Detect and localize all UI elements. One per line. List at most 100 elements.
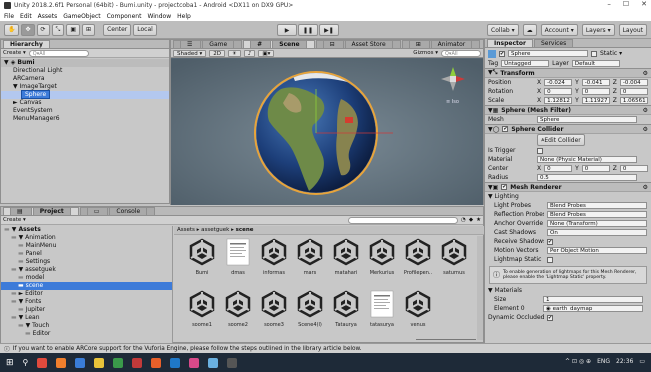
component-settings-icon[interactable]: ⚙ [643,70,648,77]
toggle-2d-button[interactable]: 2D [209,49,225,57]
file-explorer-icon[interactable] [94,357,105,368]
hand-tool-button[interactable]: ✋ [4,23,20,36]
sphere-collider-header[interactable]: ▼◯ ✔ Sphere Collider ⚙ [485,124,651,134]
center-z-field[interactable]: 0 [619,165,648,172]
unity-taskbar-icon[interactable] [227,357,238,368]
scene-search-input[interactable]: Q▾All [441,49,481,57]
project-folder-item[interactable]: ▬ scene [1,282,172,290]
position-y-field[interactable]: -0.041 [581,79,610,86]
radius-field[interactable]: 0.5 [537,174,637,181]
project-folder-item[interactable]: ▬ Editor [1,330,172,338]
center-x-field[interactable]: 0 [544,165,573,172]
collider-enabled-checkbox[interactable]: ✔ [502,126,509,132]
element0-field[interactable]: ◉ earth_daymap [543,305,643,312]
asset-item[interactable]: Bumi [184,238,220,286]
mesh-renderer-header[interactable]: ▼▣ ✔ Mesh Renderer ⚙ [485,182,651,192]
project-folder-item[interactable]: ▬ ▼ Animation [1,234,172,242]
hierarchy-item[interactable]: MenuManager6 [1,115,169,123]
tab-scene[interactable]: # Scene [243,40,315,48]
app2-icon[interactable] [56,357,67,368]
app5-icon[interactable] [132,357,143,368]
static-checkbox[interactable] [591,50,597,57]
step-button[interactable]: ▶❚ [319,24,339,36]
clock[interactable]: 22:36 [616,358,633,365]
project-folder-item[interactable]: ▬ model [1,274,172,282]
renderer-property-dropdown[interactable]: Blend Probes [547,202,647,209]
position-z-field[interactable]: -0.004 [619,79,648,86]
play-button[interactable]: ▶ [277,24,297,36]
notifications-icon[interactable]: ▭ [639,358,645,365]
hierarchy-create-button[interactable]: Create ▾ [3,50,26,56]
renderer-property-checkbox[interactable] [547,256,553,263]
close-button[interactable]: ✕ [641,0,647,8]
asset-item[interactable]: dmas [220,238,256,286]
project-folder-item[interactable]: ▬ Jupiter [1,306,172,314]
icon-size-slider[interactable] [416,337,476,341]
search-icon[interactable]: ⚲ [23,358,29,367]
lighting-foldout[interactable]: ▼ Lighting [488,193,519,200]
menu-edit[interactable]: Edit [20,13,32,20]
asset-item[interactable]: Profilepen.. [400,238,436,286]
object-name-field[interactable]: Sphere [508,50,588,57]
tab-console[interactable]: ▭ Console [79,207,156,215]
project-search-input[interactable] [348,216,459,224]
windows-start-icon[interactable]: ⊞ [6,358,14,368]
language-indicator[interactable]: ENG [597,358,610,365]
renderer-property-dropdown[interactable]: Blend Probes [547,211,647,218]
breadcrumb-assets[interactable]: Assets [177,227,195,233]
menu-component[interactable]: Component [107,13,142,20]
hierarchy-item[interactable]: ARCamera [1,75,169,83]
hierarchy-item[interactable]: ► Canvas [1,99,169,107]
asset-item[interactable]: soome3 [256,290,292,338]
project-create-button[interactable]: Create ▾ [3,217,26,223]
collider-settings-icon[interactable]: ⚙ [643,126,648,133]
gizmos-dropdown[interactable]: Gizmos ▾ [413,50,438,56]
breadcrumb-scene[interactable]: scene [236,227,254,233]
minimize-button[interactable]: – [607,0,611,8]
active-checkbox[interactable]: ✔ [499,50,505,57]
renderer-property-dropdown[interactable]: On [547,229,647,236]
project-folder-item[interactable]: ▬ Panel [1,250,172,258]
scale-z-field[interactable]: 1.06561 [619,97,648,104]
tag-dropdown[interactable]: Untagged [501,60,550,67]
asset-item[interactable]: soome1 [184,290,220,338]
filter-type-icon[interactable]: ◔ [461,217,466,223]
scale-tool-button[interactable]: ⤡ [51,23,65,36]
breadcrumb-assetguek[interactable]: assetguek [201,227,229,233]
app8-icon[interactable] [189,357,200,368]
scale-y-field[interactable]: 1.11927 [581,97,610,104]
favorite-icon[interactable]: ★ [476,217,481,223]
layer-dropdown[interactable]: Default [571,60,620,67]
asset-item[interactable]: tatasurya [364,290,400,338]
project-folder-item[interactable]: ▬ ▼ Lean [1,314,172,322]
rect-tool-button[interactable]: ▣ [66,23,81,36]
static-dropdown[interactable]: Static ▾ [600,50,622,57]
rotation-z-field[interactable]: 0 [619,88,648,95]
dynamic-occluded-checkbox[interactable]: ✔ [547,314,553,321]
physic-material-field[interactable]: None (Physic Material) [537,156,637,163]
asset-item[interactable]: Scene4(l) [292,290,328,338]
renderer-property-checkbox[interactable]: ✔ [547,238,553,245]
asset-item[interactable]: venus [400,290,436,338]
menu-window[interactable]: Window [147,13,171,20]
tab-asset-store[interactable]: ⊟ Asset Store [315,40,401,48]
app1-icon[interactable] [37,357,48,368]
app3-icon[interactable] [75,357,86,368]
menu-gameobject[interactable]: GameObject [63,13,100,20]
hierarchy-search-input[interactable]: Q▾All [28,49,89,57]
status-message[interactable]: If you want to enable ARCore support for… [13,346,362,352]
filter-label-icon[interactable]: ◆ [469,217,473,223]
renderer-property-dropdown[interactable]: None (Transform) [547,220,647,227]
renderer-property-dropdown[interactable]: Per Object Motion [547,247,647,254]
hierarchy-item[interactable]: EventSystem [1,107,169,115]
asset-item[interactable]: soome2 [220,290,256,338]
collab-button[interactable]: Collab ▾ [487,24,519,36]
renderer-enabled-checkbox[interactable]: ✔ [501,184,508,190]
asset-item[interactable]: mars [292,238,328,286]
layout-dropdown[interactable]: Layout [618,24,647,36]
transform-tool-button[interactable]: ⊞ [82,23,96,36]
maximize-button[interactable]: ☐ [623,0,629,8]
hierarchy-item[interactable]: Sphere [1,90,169,99]
renderer-settings-icon[interactable]: ⚙ [643,184,648,191]
project-folder-item[interactable]: ▬ ▼ Assets [1,226,172,234]
